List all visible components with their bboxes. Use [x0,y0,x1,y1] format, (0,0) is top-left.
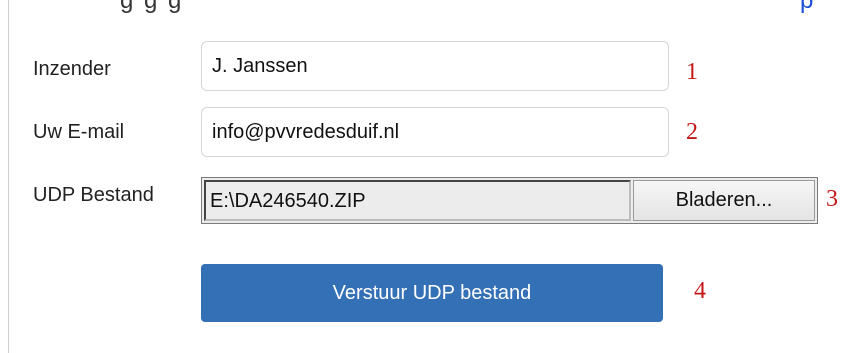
header-cutoff-text: g g g [120,0,183,13]
left-divider [8,0,9,353]
sender-label: Inzender [33,58,111,80]
annotation-number-3: 3 [826,186,838,212]
file-path-field[interactable]: E:\DA246540.ZIP [204,180,631,221]
email-label: Uw E-mail [33,121,125,143]
sender-input[interactable]: J. Janssen [201,41,669,91]
send-udp-button[interactable]: Verstuur UDP bestand [201,264,663,322]
file-label: UDP Bestand [33,184,154,206]
annotation-number-1: 1 [686,59,698,85]
browse-button[interactable]: Bladeren... [633,180,815,221]
email-input[interactable]: info@pvvredesduif.nl [201,107,669,157]
file-upload-control: E:\DA246540.ZIP Bladeren... [201,177,818,224]
annotation-number-2: 2 [686,119,698,145]
header-cutoff: g g g p [0,0,866,13]
annotation-number-4: 4 [694,278,706,304]
header-cutoff-link[interactable]: p [800,0,813,13]
